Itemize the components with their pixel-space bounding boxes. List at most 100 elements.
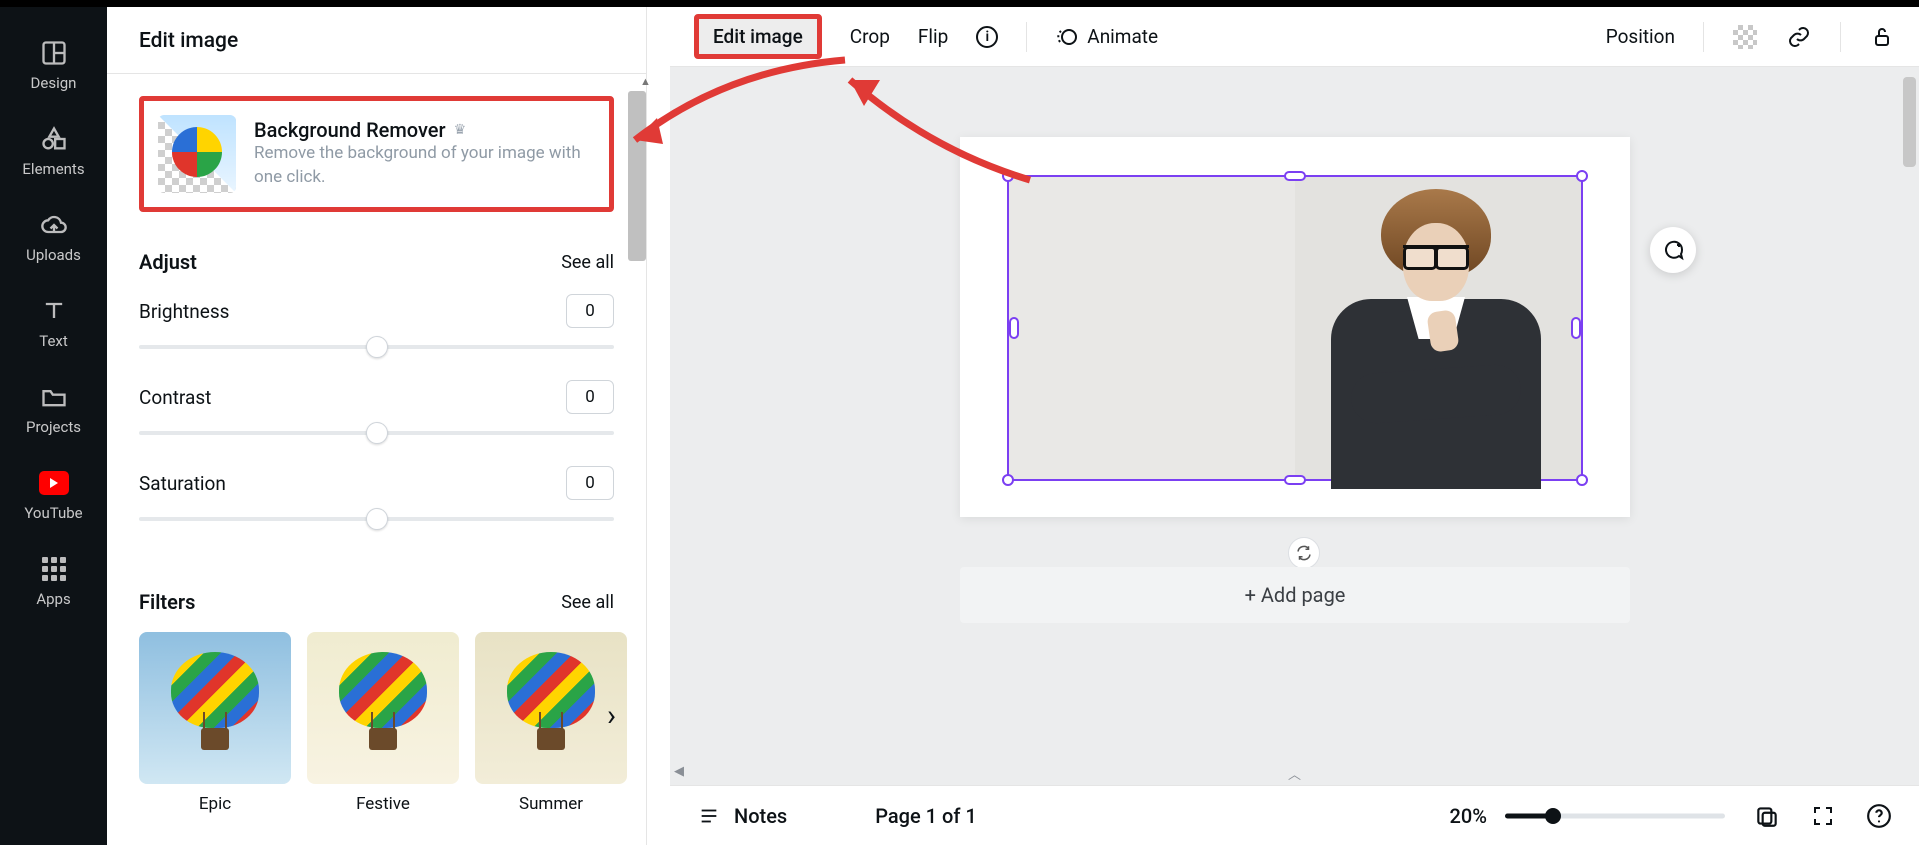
brightness-slider[interactable] bbox=[139, 334, 614, 360]
help-icon bbox=[1866, 803, 1892, 829]
saturation-value[interactable]: 0 bbox=[566, 466, 614, 500]
animate-button[interactable]: Animate bbox=[1055, 25, 1158, 49]
contrast-value[interactable]: 0 bbox=[566, 380, 614, 414]
nav-text[interactable]: Text bbox=[0, 280, 107, 366]
transparency-button[interactable] bbox=[1732, 24, 1758, 50]
toolbar-separator bbox=[1840, 22, 1841, 52]
scroll-left-icon[interactable]: ◀ bbox=[674, 764, 684, 779]
filter-label: Summer bbox=[519, 794, 583, 814]
nav-elements[interactable]: Elements bbox=[0, 108, 107, 194]
toolbar-separator bbox=[1703, 22, 1704, 52]
resize-handle[interactable] bbox=[1576, 474, 1588, 486]
bottom-bar: Notes Page 1 of 1 20% bbox=[670, 785, 1919, 845]
animate-label: Animate bbox=[1087, 25, 1158, 48]
link-icon bbox=[1787, 25, 1811, 49]
brightness-label: Brightness bbox=[139, 300, 229, 323]
link-button[interactable] bbox=[1786, 24, 1812, 50]
filters-see-all[interactable]: See all bbox=[561, 592, 614, 613]
help-button[interactable] bbox=[1865, 802, 1893, 830]
resize-handle[interactable] bbox=[1002, 474, 1014, 486]
nav-label: Elements bbox=[22, 160, 84, 178]
sync-button[interactable] bbox=[1288, 537, 1320, 569]
resize-handle[interactable] bbox=[1284, 475, 1306, 485]
grid-icon bbox=[1754, 803, 1780, 829]
nav-rail: Design Elements Uploads Text Projects Yo… bbox=[0, 7, 107, 845]
nav-label: Text bbox=[39, 332, 68, 350]
filters-next-icon[interactable]: › bbox=[607, 698, 616, 733]
lock-open-icon bbox=[1870, 25, 1894, 49]
resize-handle[interactable] bbox=[1571, 317, 1581, 339]
show-pages-icon[interactable]: ︿ bbox=[1288, 764, 1301, 783]
annotation-arrow bbox=[820, 60, 1040, 190]
nav-label: Apps bbox=[36, 590, 70, 608]
flip-button[interactable]: Flip bbox=[918, 25, 948, 48]
add-page-button[interactable]: + Add page bbox=[960, 567, 1630, 623]
image-content bbox=[1009, 177, 1581, 479]
filter-summer[interactable]: Summer bbox=[475, 632, 627, 814]
saturation-label: Saturation bbox=[139, 472, 226, 495]
notes-icon bbox=[696, 805, 722, 827]
resize-handle[interactable] bbox=[1576, 170, 1588, 182]
notes-button[interactable]: Notes bbox=[696, 804, 787, 828]
info-button[interactable]: i bbox=[976, 26, 998, 48]
notes-label: Notes bbox=[734, 804, 787, 828]
transparency-icon bbox=[1733, 25, 1757, 49]
lock-button[interactable] bbox=[1869, 24, 1895, 50]
canvas-scrollbar[interactable] bbox=[1903, 77, 1916, 167]
comment-icon bbox=[1661, 238, 1685, 262]
grid-view-button[interactable] bbox=[1753, 802, 1781, 830]
nav-label: Uploads bbox=[26, 246, 81, 264]
filter-label: Festive bbox=[356, 794, 410, 814]
resize-handle[interactable] bbox=[1284, 171, 1306, 181]
background-remover-title: Background Remover♛ bbox=[254, 118, 595, 142]
position-button[interactable]: Position bbox=[1606, 25, 1675, 48]
animate-icon bbox=[1055, 25, 1079, 49]
nav-design[interactable]: Design bbox=[0, 22, 107, 108]
adjust-heading: Adjust bbox=[139, 250, 197, 274]
contrast-label: Contrast bbox=[139, 386, 211, 409]
page-1[interactable] bbox=[960, 137, 1630, 517]
saturation-slider[interactable] bbox=[139, 506, 614, 532]
page-indicator[interactable]: Page 1 of 1 bbox=[875, 804, 977, 828]
nav-label: YouTube bbox=[24, 504, 82, 522]
text-icon bbox=[39, 296, 69, 326]
apps-grid-icon bbox=[39, 554, 69, 584]
background-remover-card[interactable]: Background Remover♛ Remove the backgroun… bbox=[139, 96, 614, 212]
sync-icon bbox=[1295, 544, 1313, 562]
selected-image[interactable] bbox=[1007, 175, 1583, 481]
nav-youtube[interactable]: YouTube bbox=[0, 452, 107, 538]
fullscreen-button[interactable] bbox=[1809, 802, 1837, 830]
annotation-arrow bbox=[605, 40, 855, 200]
zoom-control: 20% bbox=[1450, 804, 1725, 828]
filters-heading: Filters bbox=[139, 590, 195, 614]
folder-icon bbox=[39, 382, 69, 412]
nav-label: Projects bbox=[26, 418, 81, 436]
comment-button[interactable] bbox=[1650, 227, 1696, 273]
filter-label: Epic bbox=[199, 794, 231, 814]
person-illustration bbox=[1311, 179, 1541, 479]
toolbar-separator bbox=[1026, 22, 1027, 52]
panel-title: Edit image bbox=[107, 7, 646, 74]
fullscreen-icon bbox=[1811, 804, 1835, 828]
nav-apps[interactable]: Apps bbox=[0, 538, 107, 624]
contrast-slider[interactable] bbox=[139, 420, 614, 446]
zoom-value[interactable]: 20% bbox=[1450, 804, 1487, 828]
zoom-slider[interactable] bbox=[1505, 806, 1725, 826]
resize-handle[interactable] bbox=[1009, 317, 1019, 339]
shapes-icon bbox=[39, 124, 69, 154]
layout-icon bbox=[39, 38, 69, 68]
crown-icon: ♛ bbox=[454, 122, 467, 138]
crop-button[interactable]: Crop bbox=[850, 25, 890, 48]
brightness-value[interactable]: 0 bbox=[566, 294, 614, 328]
youtube-icon bbox=[39, 468, 69, 498]
nav-projects[interactable]: Projects bbox=[0, 366, 107, 452]
nav-uploads[interactable]: Uploads bbox=[0, 194, 107, 280]
filter-epic[interactable]: Epic bbox=[139, 632, 291, 814]
filter-festive[interactable]: Festive bbox=[307, 632, 459, 814]
info-icon: i bbox=[976, 26, 998, 48]
edit-image-panel: Edit image Background Remover♛ Remove th… bbox=[107, 7, 647, 845]
nav-label: Design bbox=[31, 74, 77, 92]
context-toolbar: Edit image Crop Flip i Animate Position bbox=[670, 7, 1919, 67]
adjust-see-all[interactable]: See all bbox=[561, 252, 614, 273]
cloud-upload-icon bbox=[39, 210, 69, 240]
